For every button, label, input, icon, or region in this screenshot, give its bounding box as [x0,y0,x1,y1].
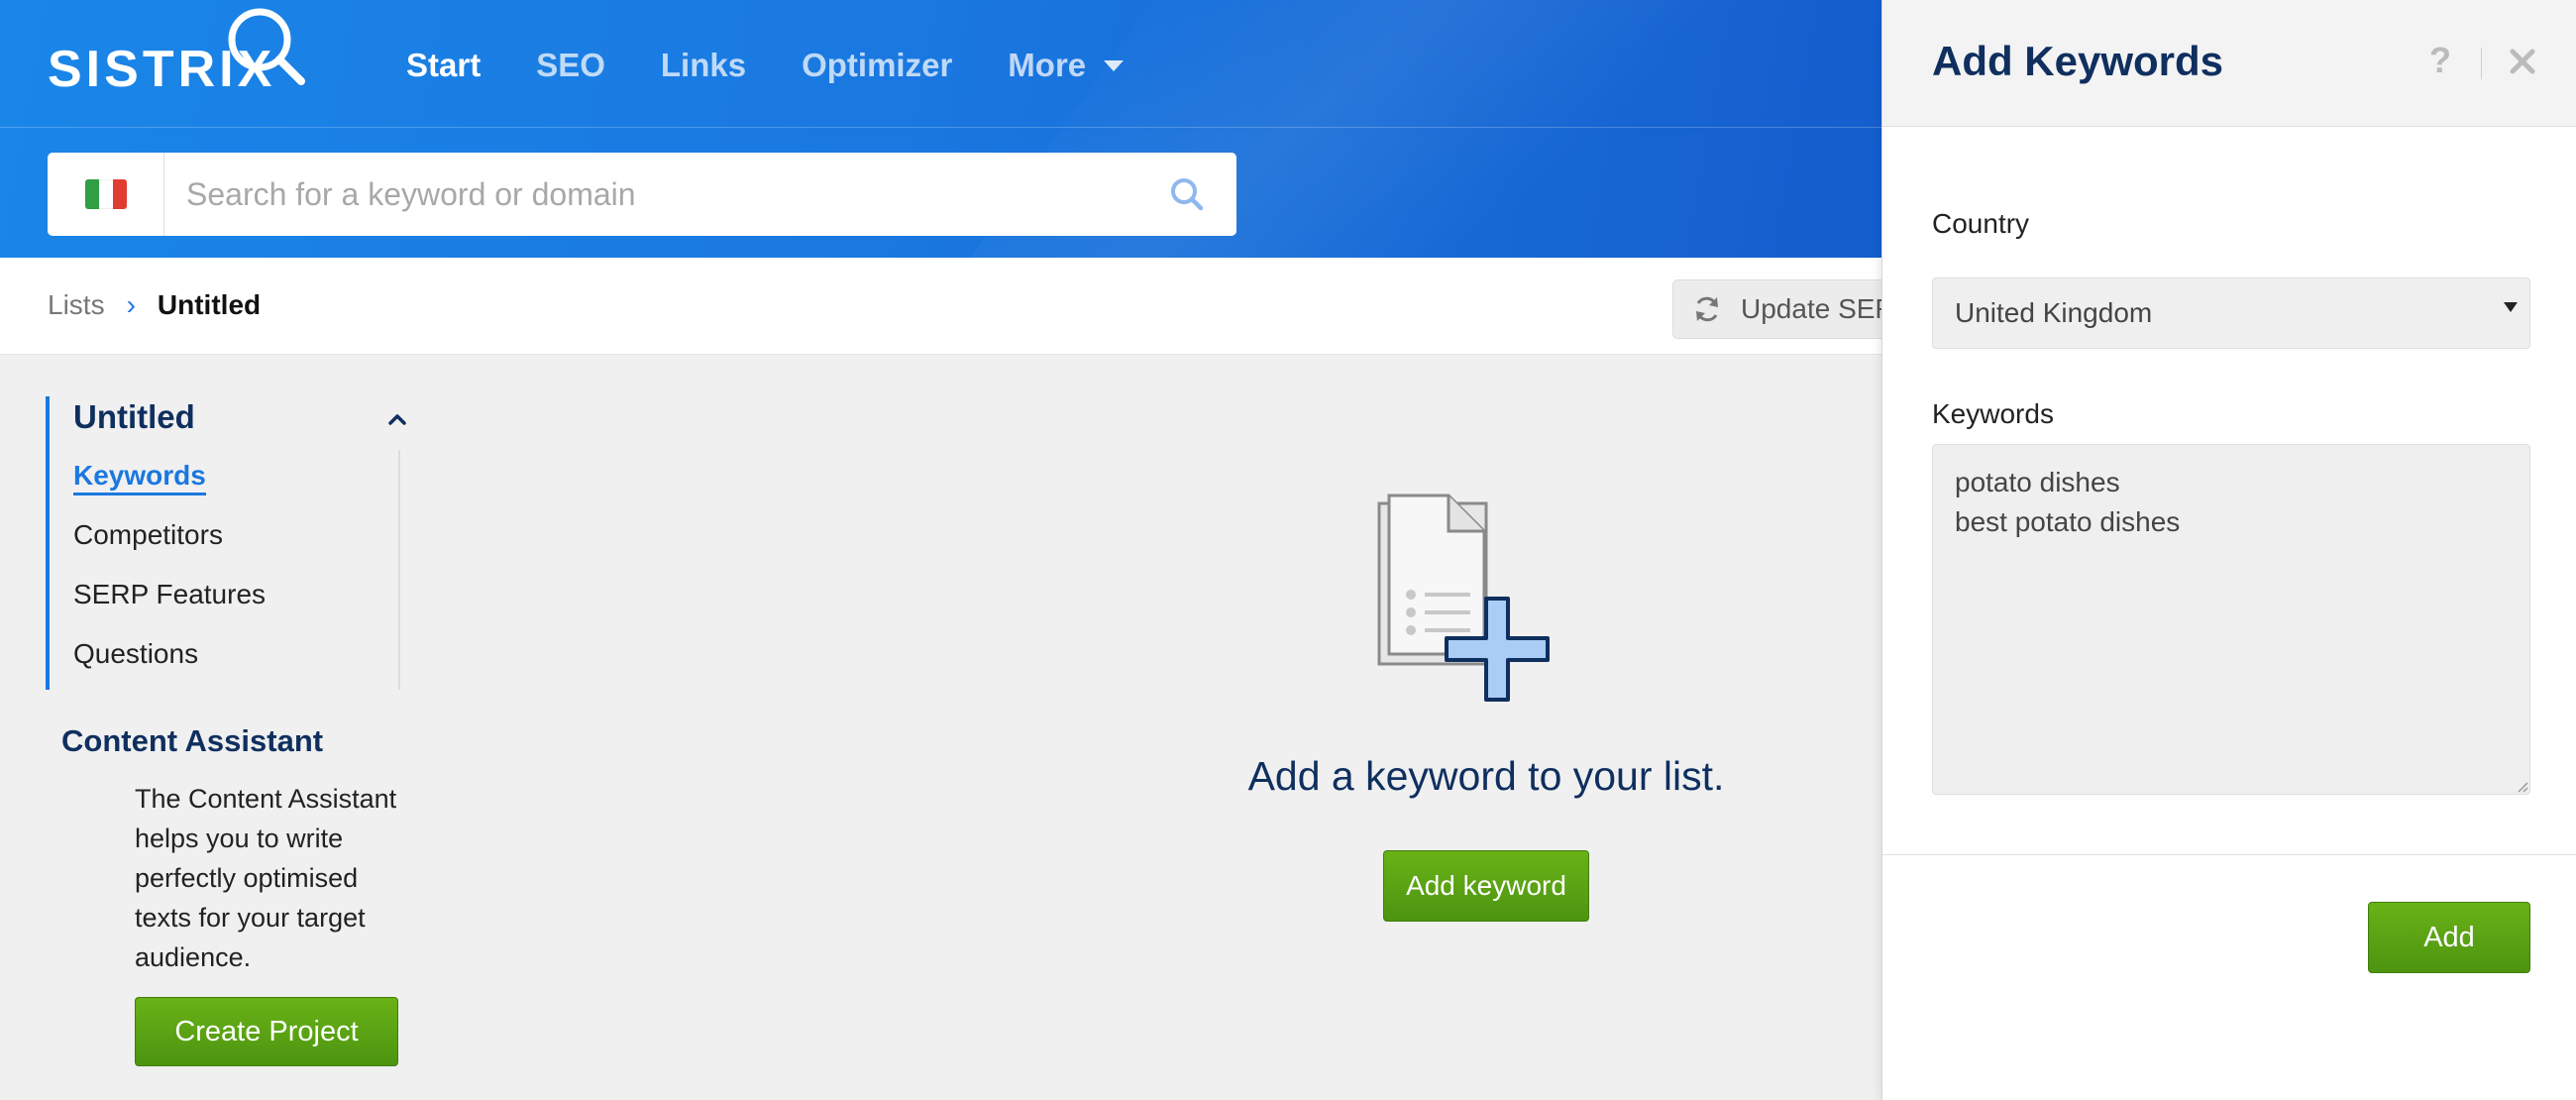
chevron-up-icon[interactable] [382,404,412,434]
panel-title: Add Keywords [1932,38,2224,84]
sidebar-divider [398,450,400,690]
keywords-textarea[interactable] [1932,444,2530,795]
breadcrumb: Lists › Untitled [48,289,261,321]
search-bar [48,153,1236,236]
country-select-value: United Kingdom [1955,297,2153,328]
sidebar-item-serp-features[interactable]: SERP Features [73,579,266,610]
country-flag-selector[interactable] [48,153,164,236]
list-sidebar: Untitled Keywords Competitors SERP Featu… [46,396,412,690]
dropdown-arrow-icon [2504,302,2518,312]
refresh-icon [1696,296,1718,322]
nav-seo[interactable]: SEO [536,47,605,84]
add-keyword-button[interactable]: Add keyword [1383,850,1589,922]
panel-header: Add Keywords ? [1882,0,2576,127]
country-select[interactable]: United Kingdom [1932,277,2530,349]
panel-footer-divider [1882,854,2576,855]
breadcrumb-current: Untitled [157,289,262,320]
breadcrumb-bar: Lists › Untitled Update SER [0,258,1930,355]
content-assistant-text: The Content Assistant helps you to write… [135,784,397,972]
breadcrumb-lists[interactable]: Lists [48,289,105,321]
sidebar-item-competitors[interactable]: Competitors [73,519,223,551]
chevron-right-icon: › [126,289,136,320]
search-input[interactable] [164,153,1137,236]
create-project-button[interactable]: Create Project [135,997,398,1066]
logo-magnifier-icon [228,8,305,85]
chevron-down-icon [1104,59,1125,71]
help-icon[interactable]: ? [2429,40,2451,81]
main-nav: Start SEO Links Optimizer More [406,38,1179,93]
content-assistant-title: Content Assistant [61,723,324,758]
update-serps-label: Update SER [1741,293,1895,324]
nav-more-label: More [1008,47,1087,83]
nav-optimizer[interactable]: Optimizer [802,47,952,84]
resize-handle-icon[interactable] [2517,781,2528,793]
keywords-label: Keywords [1932,398,2054,429]
search-icon[interactable] [1137,153,1236,236]
header-separator [2481,48,2482,79]
empty-state-title: Add a keyword to your list. [1247,753,1725,799]
nav-start[interactable]: Start [406,47,481,84]
add-keywords-panel: Add Keywords ? Country United Kingdom Ke… [1881,0,2576,1100]
sidebar-item-questions[interactable]: Questions [73,638,198,670]
nav-links[interactable]: Links [661,47,746,84]
nav-more[interactable]: More [1008,47,1125,84]
italy-flag-icon [84,179,127,209]
country-label: Country [1932,208,2030,239]
sidebar-item-keywords[interactable]: Keywords [73,460,206,495]
sidebar-title: Untitled [73,398,195,435]
add-document-icon [1377,494,1550,702]
close-icon[interactable] [2505,44,2540,79]
add-button[interactable]: Add [2368,902,2530,973]
